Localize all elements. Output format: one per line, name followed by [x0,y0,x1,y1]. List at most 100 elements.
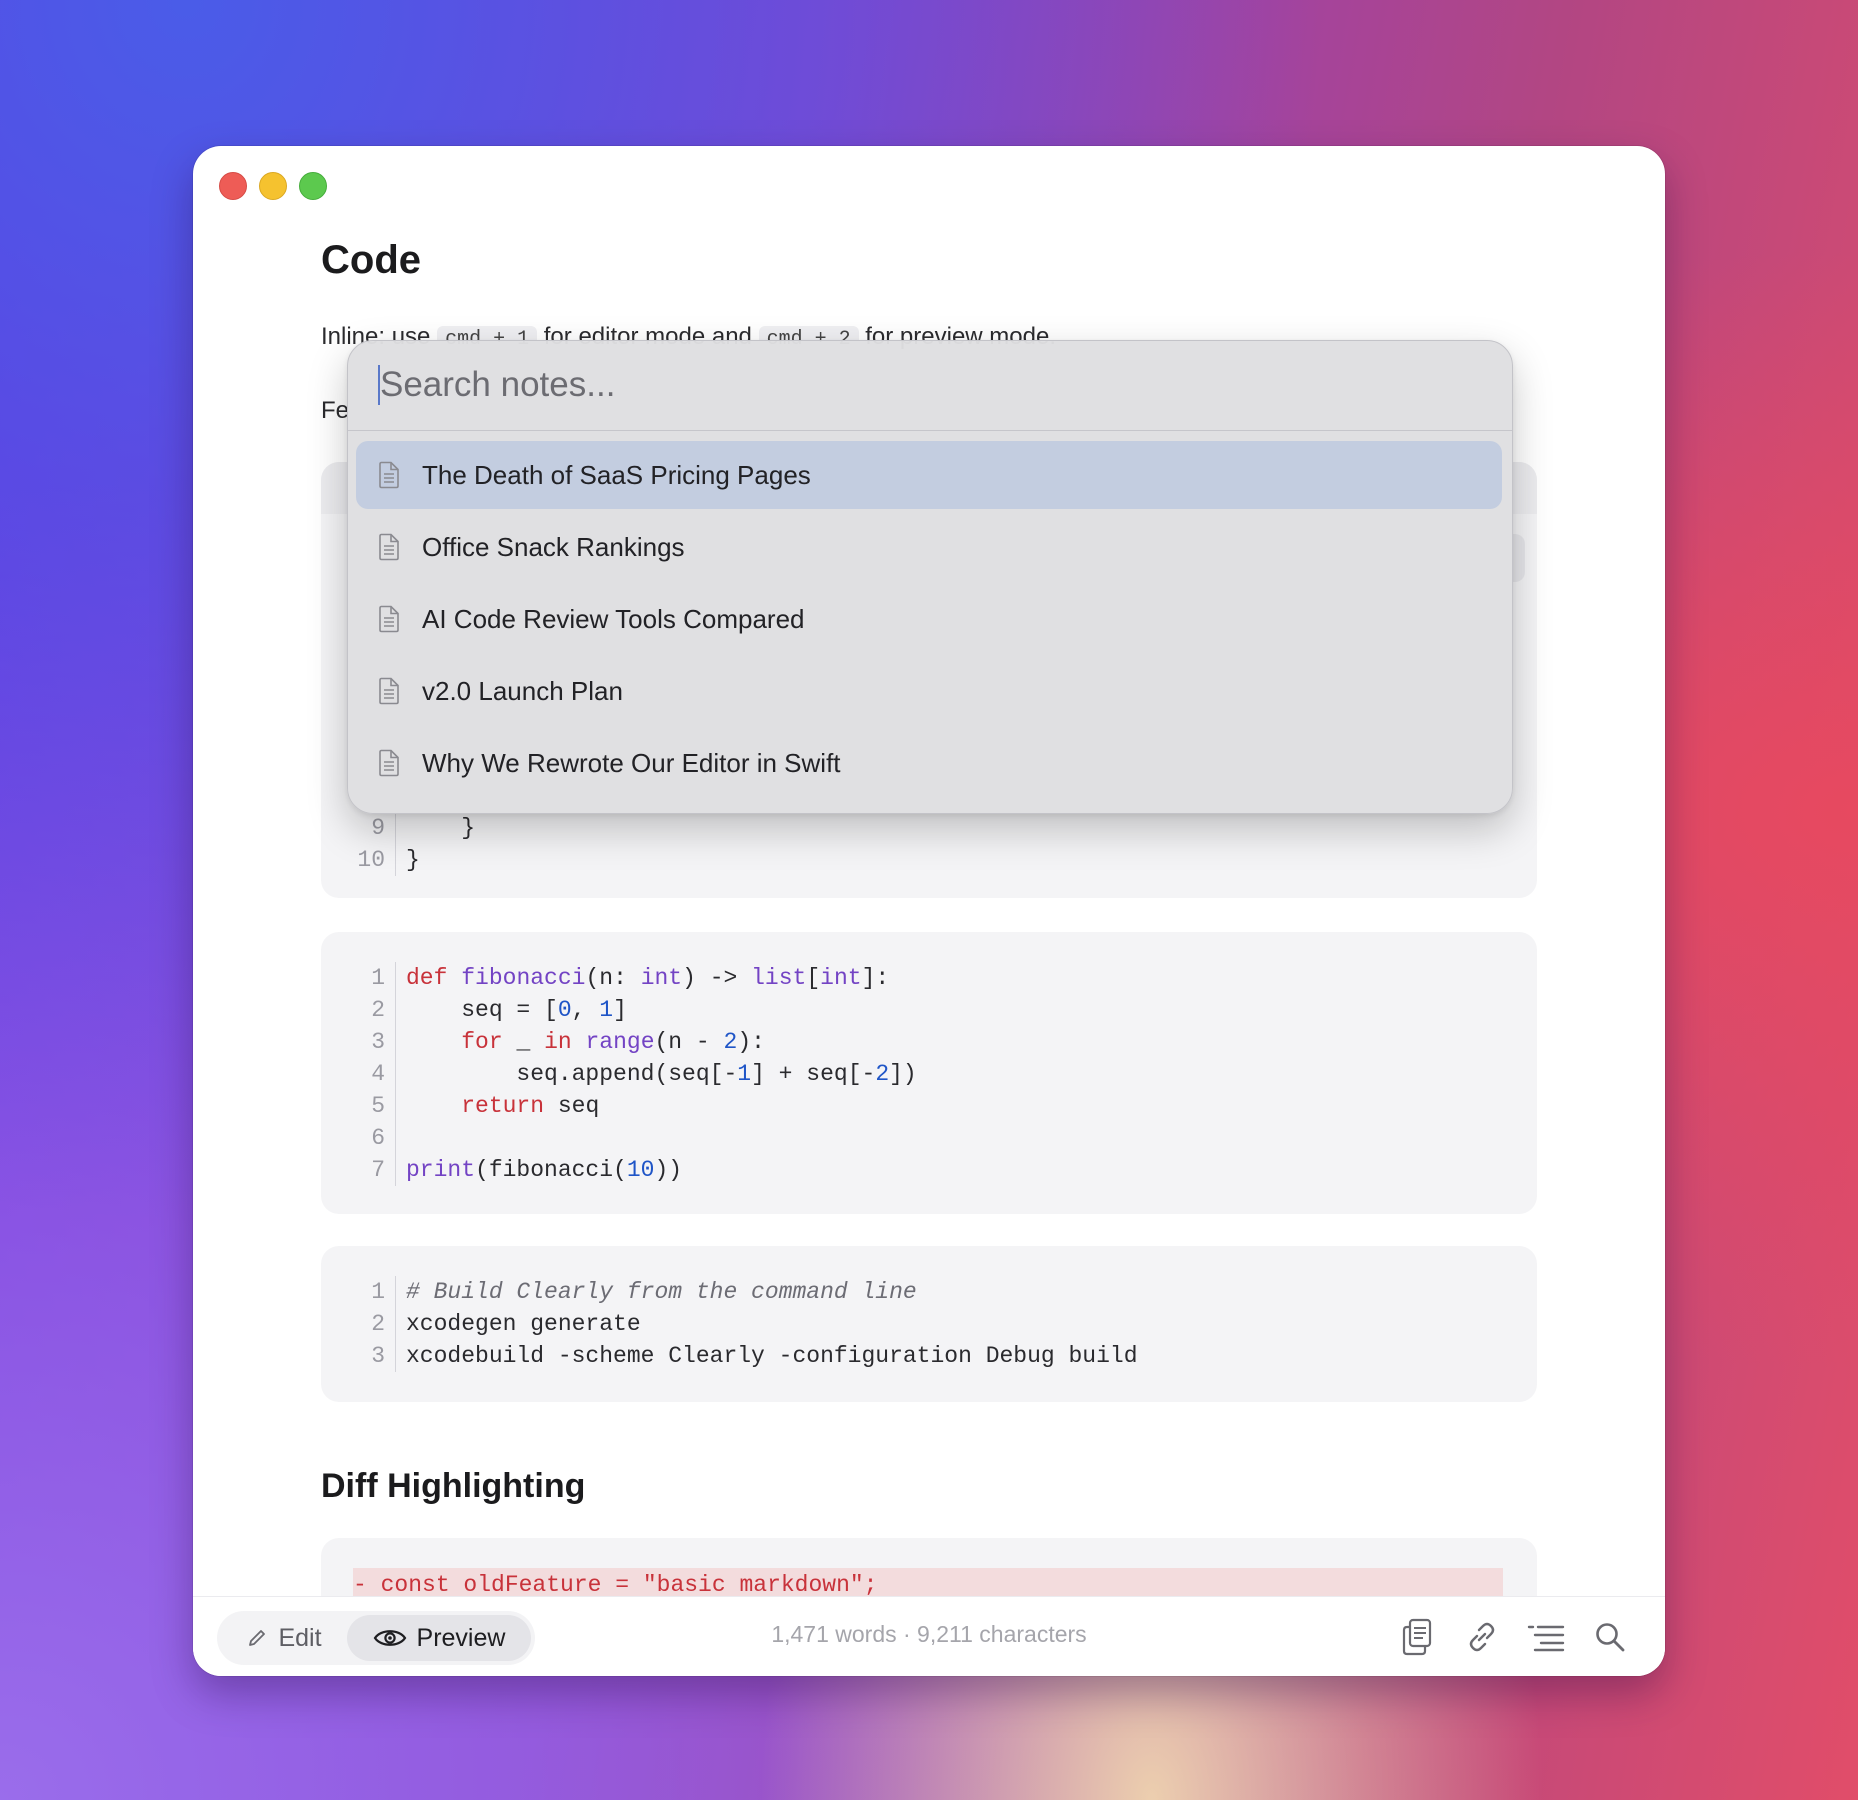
pencil-icon [249,1630,266,1646]
code-token: ]: [861,965,890,991]
code-token: ]) [889,1061,917,1087]
line-number: 2 [339,994,396,1026]
code-token: for [461,1029,503,1055]
edit-mode-label: Edit [278,1623,322,1652]
document-icon [376,604,402,634]
code-text: xcodegen generate [406,1308,641,1340]
code-text: def fibonacci(n: int) -> list[int]: [406,962,889,994]
code-line: 1 def fibonacci(n: int) -> list[int]: [339,962,917,994]
search-input[interactable] [380,357,1470,413]
code-token: xcodebuild -scheme Clearly -configuratio… [406,1343,1138,1369]
search-result-item[interactable]: The Death of SaaS Pricing Pages [356,441,1502,509]
line-number: 2 [339,1308,396,1340]
line-number: 1 [339,962,396,994]
code-line: 3 xcodebuild -scheme Clearly -configurati… [339,1340,1138,1372]
code-token: ) -> [682,965,752,991]
line-number: 5 [339,1090,396,1122]
code-lines-1: 9 } 10 } [339,812,475,876]
line-number: 7 [339,1154,396,1186]
search-field [348,341,1512,431]
code-token: 10 [626,1157,655,1183]
code-lines-python: 1 def fibonacci(n: int) -> list[int]: 2 se… [339,962,917,1186]
code-text: return seq [406,1090,599,1122]
code-text: } [406,847,420,873]
diff-heading: Diff Highlighting [321,1467,586,1505]
line-number: 9 [339,812,396,844]
search-result-item[interactable]: v2.0 Launch Plan [356,657,1502,725]
diff-removed-line: - const oldFeature = "basic markdown"; [353,1568,1503,1596]
search-result-item[interactable]: Why We Rewrote Our Editor in Swift [356,729,1502,797]
code-line: 10 } [339,844,475,876]
search-button[interactable] [1589,1613,1631,1661]
edit-mode-button[interactable]: Edit [221,1615,347,1661]
code-token: , [571,997,600,1023]
code-text: print(fibonacci(10)) [406,1154,682,1186]
code-token: xcodegen generate [406,1311,641,1337]
code-token: 1 [599,997,614,1023]
code-token: seq.append(seq[- [406,1061,738,1087]
preview-mode-button[interactable]: Preview [347,1615,531,1661]
line-number: 3 [339,1026,396,1058]
code-token: int [820,965,862,991]
code-token: range [585,1029,655,1055]
code-text: } [406,815,476,841]
code-line: 4 seq.append(seq[-1] + seq[-2]) [339,1058,917,1090]
eye-icon [373,1630,406,1646]
code-block-shell: 1 # Build Clearly from the command line 2 x… [321,1246,1537,1402]
bottom-toolbar: Edit Preview 1,471 words · 9,211 charact… [193,1596,1665,1676]
link-icon [1469,1622,1495,1652]
code-text: seq = [0, 1] [406,994,627,1026]
code-text: for _ in range(n - 2): [406,1026,765,1058]
code-token: 2 [875,1061,890,1087]
line-number: 3 [339,1340,396,1372]
search-result-item[interactable]: AI Code Review Tools Compared [356,585,1502,653]
code-text: xcodebuild -scheme Clearly -configuratio… [406,1340,1138,1372]
code-token: (n: [585,965,641,991]
search-result-label: AI Code Review Tools Compared [422,603,805,634]
code-token: list [751,965,807,991]
outline-icon [1527,1625,1565,1652]
code-token: ] [613,997,627,1023]
code-token: )) [654,1157,683,1183]
search-results-list: The Death of SaaS Pricing Pages Office Sn… [356,441,1502,801]
code-token: fibonacci [461,965,586,991]
line-number: 4 [339,1058,396,1090]
mode-switcher: Edit Preview [217,1611,535,1665]
code-block-python: 1 def fibonacci(n: int) -> list[int]: 2 se… [321,932,1537,1214]
search-result-label: v2.0 Launch Plan [422,675,623,706]
search-icon [1596,1623,1625,1652]
search-result-label: The Death of SaaS Pricing Pages [422,459,811,490]
code-token: _ [502,1029,545,1055]
code-line: 2 xcodegen generate [339,1308,1138,1340]
code-token: in [544,1029,572,1055]
code-token: seq [544,1093,600,1119]
code-lines-shell: 1 # Build Clearly from the command line 2 x… [339,1276,1138,1372]
search-result-item[interactable]: Office Snack Rankings [356,513,1502,581]
code-token: seq = [ [406,997,558,1023]
code-token: 2 [723,1029,738,1055]
code-token: int [640,965,683,991]
outline-button[interactable] [1525,1613,1567,1661]
code-token: # Build Clearly from the command line [406,1279,917,1305]
code-line: 2 seq = [0, 1] [339,994,917,1026]
code-line: 5 return seq [339,1090,917,1122]
copy-button[interactable] [1397,1613,1439,1661]
document-heading: Code [321,238,421,282]
copy-icon [1402,1618,1432,1656]
code-line: 6 [339,1122,917,1154]
partial-paragraph: Fe [321,397,350,424]
code-line: 3 for _ in range(n - 2): [339,1026,917,1058]
code-token: 0 [557,997,572,1023]
code-token: print [406,1157,476,1183]
app-window: Code Inline: use cmd + 1 for editor mode… [193,146,1665,1676]
code-text: seq.append(seq[-1] + seq[-2]) [406,1058,917,1090]
search-palette: The Death of SaaS Pricing Pages Office Sn… [347,340,1513,814]
code-token: def [406,965,448,991]
code-token: (n - [654,1029,724,1055]
code-block-diff: - const oldFeature = "basic markdown"; [321,1538,1537,1596]
link-button[interactable] [1461,1613,1503,1661]
code-token: [ [806,965,821,991]
